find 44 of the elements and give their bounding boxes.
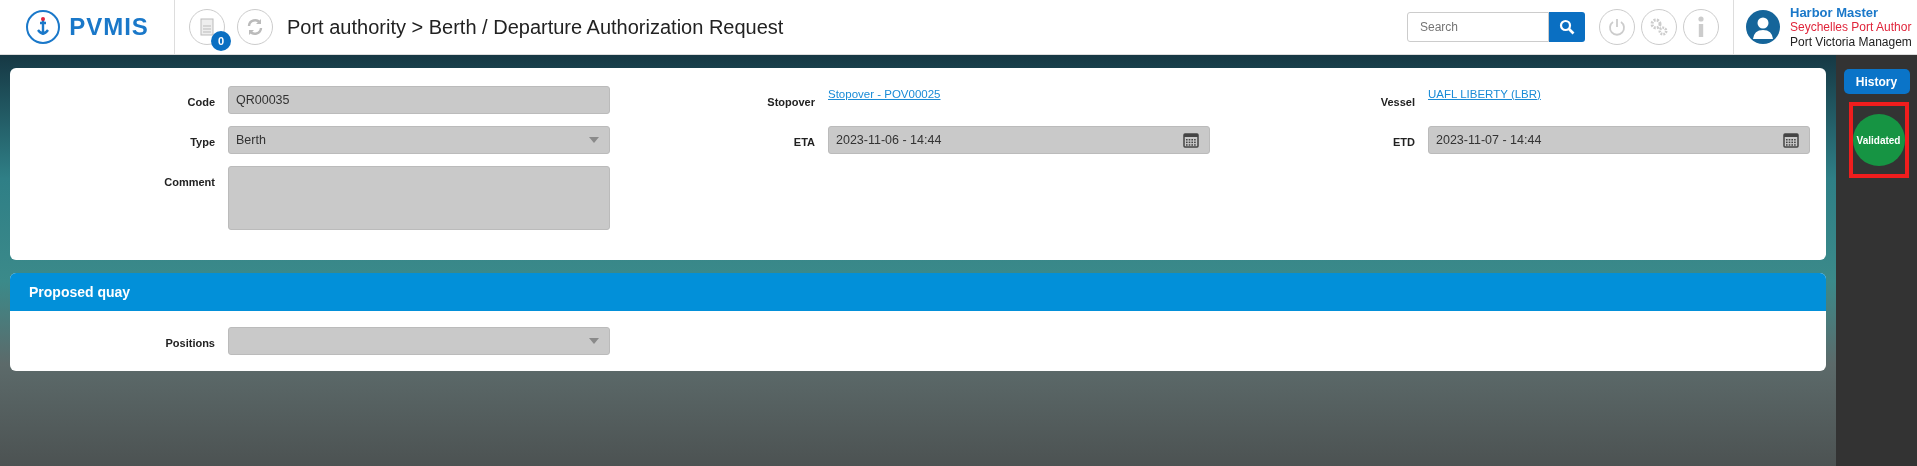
search-button[interactable] (1549, 12, 1585, 42)
info-button[interactable] (1683, 9, 1719, 45)
calendar-icon[interactable] (1183, 132, 1199, 148)
search-icon (1559, 19, 1575, 35)
dropdown[interactable]: Berth (228, 126, 610, 154)
link[interactable]: UAFL LIBERTY (LBR) (1428, 86, 1541, 100)
status-badge: Validated (1852, 114, 1905, 166)
field-label: Comment (163, 175, 215, 188)
calendar-icon[interactable] (1783, 132, 1799, 148)
field-label: Vessel (1379, 95, 1415, 108)
field-label: ETD (1392, 135, 1415, 148)
user-organization: Seychelles Port Author (1790, 19, 1912, 35)
logo-text: PVMIS (69, 13, 149, 41)
refresh-icon (245, 17, 265, 37)
document-button[interactable] (189, 9, 225, 45)
document-icon (200, 18, 214, 36)
avatar-icon (1746, 10, 1780, 44)
date-field[interactable]: 2023-11-06 - 14:44 (828, 126, 1210, 154)
section-header: Proposed quay (10, 273, 1826, 311)
page-title: Port authority > Berth / Departure Authorization Request (287, 15, 784, 39)
user-name: Harbor Master (1790, 4, 1880, 20)
field-label: ETA (792, 135, 815, 148)
dropdown[interactable] (228, 327, 610, 355)
field-label: Positions (164, 336, 215, 349)
comment-field[interactable] (228, 166, 610, 230)
user-unit: Port Victoria Managem (1790, 34, 1912, 50)
power-button[interactable] (1599, 9, 1635, 45)
notification-badge: 0 (211, 31, 231, 51)
field-label: Code (186, 95, 215, 108)
text-field[interactable]: QR00035 (228, 86, 610, 114)
field-label: Stopover (766, 95, 815, 108)
link[interactable]: Stopover - POV00025 (828, 86, 941, 100)
caret-icon (589, 137, 599, 143)
gears-icon (1649, 17, 1669, 37)
search-field[interactable]: Search (1407, 12, 1549, 42)
caret-icon (589, 338, 599, 344)
info-icon (1697, 16, 1705, 38)
field-label: Type (189, 135, 215, 148)
date-field[interactable]: 2023-11-07 - 14:44 (1428, 126, 1810, 154)
power-icon (1607, 17, 1627, 37)
anchor-logo-icon (25, 9, 62, 45)
refresh-button[interactable] (237, 9, 273, 45)
history-button[interactable]: History (1843, 69, 1910, 94)
settings-button[interactable] (1641, 9, 1677, 45)
